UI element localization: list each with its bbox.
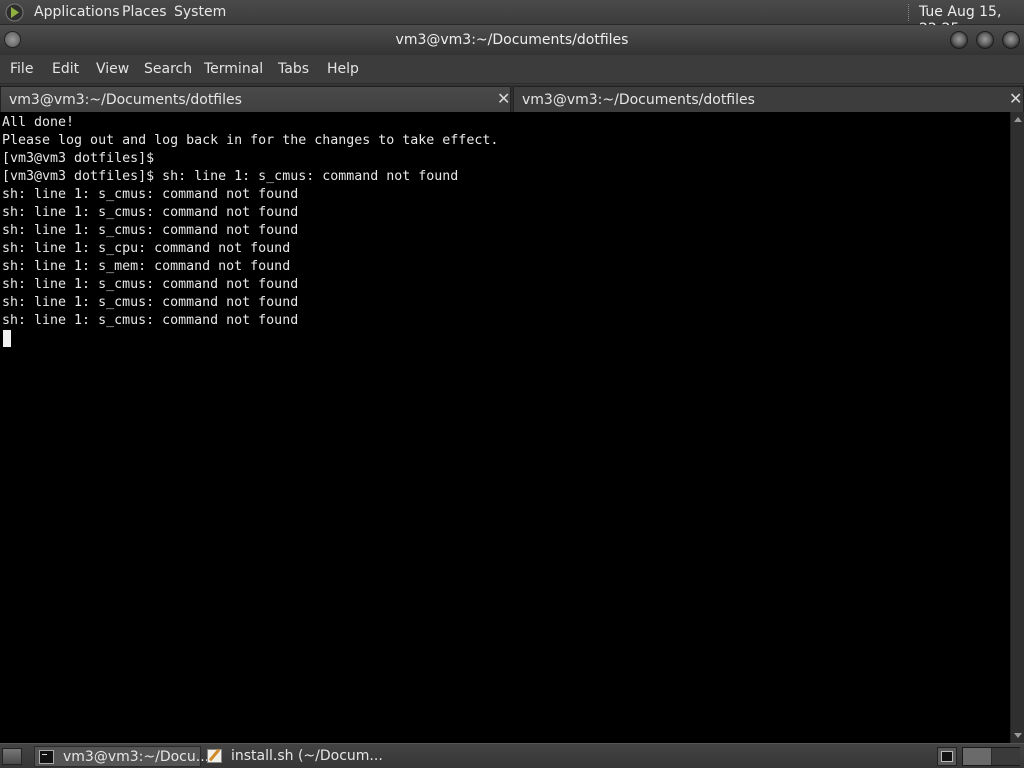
menu-edit[interactable]: Edit xyxy=(52,61,79,78)
terminal-line: sh: line 1: s_cmus: command not found xyxy=(2,223,299,238)
terminal-line: [vm3@vm3 dotfiles]$ xyxy=(2,151,155,166)
tab-2[interactable]: vm3@vm3:~/Documents/dotfiles ✕ xyxy=(513,86,1024,112)
tab-1-label: vm3@vm3:~/Documents/dotfiles xyxy=(9,92,242,108)
terminal-scrollbar[interactable] xyxy=(1010,112,1024,743)
scroll-up-icon[interactable] xyxy=(1014,117,1022,122)
taskbar-item-editor[interactable]: install.sh (~/Docum... xyxy=(203,746,383,767)
system-menu[interactable]: System xyxy=(174,4,226,21)
menubar: File Edit View Search Terminal Tabs Help xyxy=(0,55,1024,84)
show-desktop-icon[interactable] xyxy=(2,748,22,765)
minimize-button[interactable] xyxy=(950,31,968,49)
terminal-line: sh: line 1: s_cmus: command not found xyxy=(2,277,299,292)
terminal-line: sh: line 1: s_cmus: command not found xyxy=(2,205,299,220)
terminal-line: sh: line 1: s_cmus: command not found xyxy=(2,313,299,328)
menu-help[interactable]: Help xyxy=(327,61,359,78)
terminal-line: sh: line 1: s_mem: command not found xyxy=(2,259,291,274)
terminal-line: sh: line 1: s_cpu: command not found xyxy=(2,241,291,256)
terminal-line: sh: line 1: s_cmus: command not found xyxy=(2,295,299,310)
tab-2-label: vm3@vm3:~/Documents/dotfiles xyxy=(522,92,755,108)
workspace-1[interactable] xyxy=(963,748,991,765)
tab-1-close-icon[interactable]: ✕ xyxy=(497,90,510,107)
taskbar-item-terminal[interactable]: vm3@vm3:~/Docu... xyxy=(34,746,209,767)
workspace-switcher[interactable] xyxy=(962,747,1020,766)
text-editor-icon xyxy=(207,749,222,763)
window-title: vm3@vm3:~/Documents/dotfiles xyxy=(395,32,629,48)
places-menu[interactable]: Places xyxy=(122,4,167,21)
terminal-icon xyxy=(39,750,54,764)
terminal-line: sh: line 1: s_cmus: command not found xyxy=(2,187,299,202)
menu-terminal[interactable]: Terminal xyxy=(204,61,263,78)
menu-search[interactable]: Search xyxy=(144,61,192,78)
taskbar-item-label: install.sh (~/Docum... xyxy=(231,748,383,764)
menu-view[interactable]: View xyxy=(96,61,129,78)
window-titlebar[interactable]: vm3@vm3:~/Documents/dotfiles xyxy=(0,25,1024,55)
menu-tabs[interactable]: Tabs xyxy=(278,61,309,78)
terminal-cursor xyxy=(3,330,11,347)
menu-file[interactable]: File xyxy=(10,61,33,78)
close-window-button[interactable] xyxy=(1002,31,1020,49)
mate-logo-icon[interactable] xyxy=(5,3,24,22)
terminal-line: Please log out and log back in for the c… xyxy=(2,133,499,148)
terminal-line: [vm3@vm3 dotfiles]$ sh: line 1: s_cmus: … xyxy=(2,169,459,184)
bottom-panel: vm3@vm3:~/Docu... install.sh (~/Docum... xyxy=(0,743,1024,768)
tab-bar: vm3@vm3:~/Documents/dotfiles ✕ vm3@vm3:~… xyxy=(0,85,1024,112)
terminal-output[interactable]: All done! Please log out and log back in… xyxy=(0,112,1010,743)
tab-1[interactable]: vm3@vm3:~/Documents/dotfiles ✕ xyxy=(0,86,511,112)
terminal-line: All done! xyxy=(2,115,75,130)
top-panel: Applications Places System Tue Aug 15, 2… xyxy=(0,0,1024,37)
workspace-2[interactable] xyxy=(992,748,1020,765)
applications-menu[interactable]: Applications xyxy=(34,4,120,21)
tray-terminal-icon[interactable] xyxy=(937,747,957,766)
scroll-down-icon[interactable] xyxy=(1014,733,1022,738)
panel-separator xyxy=(908,4,910,21)
maximize-button[interactable] xyxy=(976,31,994,49)
tab-2-close-icon[interactable]: ✕ xyxy=(1009,90,1022,107)
taskbar-item-label: vm3@vm3:~/Docu... xyxy=(63,749,210,765)
